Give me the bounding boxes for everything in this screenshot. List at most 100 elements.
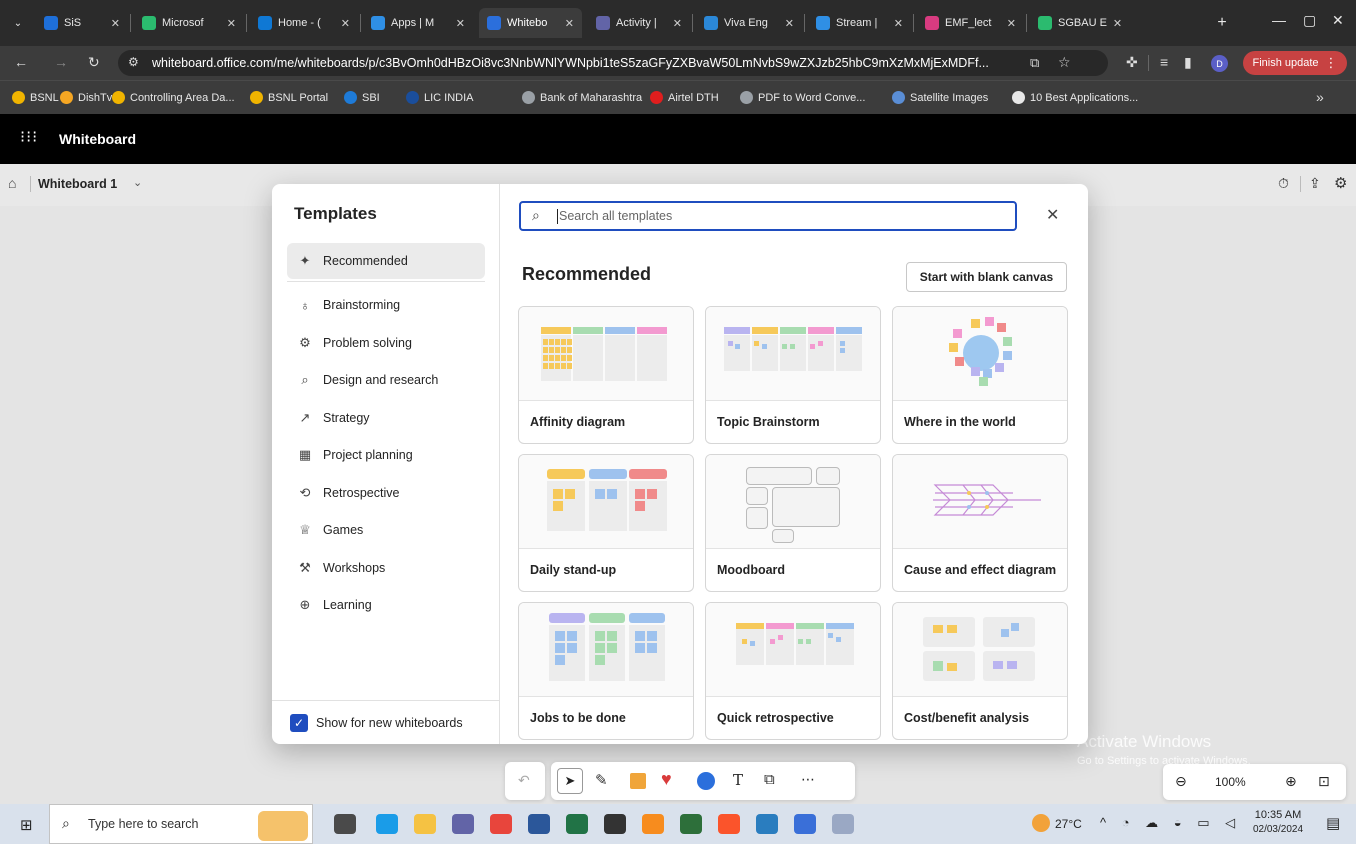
shape-icon[interactable] [697,772,715,790]
app-icon[interactable] [794,814,816,834]
side-panel-icon[interactable]: ▮ [1184,54,1192,71]
category-retrospective[interactable]: ⟲ Retrospective [287,475,485,511]
share-icon[interactable]: ⇪ [1309,175,1321,192]
template-card[interactable]: Moodboard [705,454,881,592]
bookmark-item[interactable]: PDF to Word Conve... [740,91,865,104]
browser-tab[interactable]: SiS ✕ [36,8,128,38]
text-tool-icon[interactable]: T [733,771,743,789]
taskbar-search-input[interactable]: ⌕ Type here to search [49,804,313,844]
start-blank-canvas-button[interactable]: Start with blank canvas [906,262,1067,292]
template-card[interactable]: Topic Brainstorm [705,306,881,444]
category-project-planning[interactable]: ▦ Project planning [287,437,485,473]
whiteboard-name[interactable]: Whiteboard 1 [38,177,117,191]
chevron-down-icon[interactable]: ⌄ [133,176,142,189]
restore-icon[interactable]: ▢ [1303,12,1316,29]
browser-tab[interactable]: Activity | ✕ [588,8,690,38]
template-card[interactable]: Jobs to be done [518,602,694,740]
close-tab-icon[interactable]: ✕ [456,17,465,30]
install-app-icon[interactable]: ⧉ [1026,55,1040,71]
sticky-note-icon[interactable] [630,773,646,789]
extensions-icon[interactable]: ✜ [1126,54,1138,71]
clock-time[interactable]: 10:35 AM [1248,809,1308,821]
site-info-icon[interactable]: ⚙ [128,55,139,69]
template-card[interactable]: Quick retrospective [705,602,881,740]
bookmark-item[interactable]: SBI [344,91,380,104]
category-games[interactable]: ♕ Games [287,512,485,548]
close-dialog-icon[interactable]: ✕ [1046,205,1059,225]
windows-start-icon[interactable]: ⊞ [20,816,33,834]
app-icon[interactable] [680,814,702,834]
word-icon[interactable] [528,814,550,834]
chrome-icon[interactable] [490,814,512,834]
sublime-icon[interactable] [642,814,664,834]
profile-avatar[interactable]: D [1211,55,1228,72]
browser-tab[interactable]: Whitebo ✕ [479,8,582,38]
browser-tab[interactable]: Microsof ✕ [134,8,244,38]
select-tool-icon[interactable]: ➤ [557,768,583,794]
undo-icon[interactable]: ↶ [518,772,530,789]
url-field[interactable]: ⚙ whiteboard.office.com/me/whiteboards/p… [118,50,1108,76]
tab-search-button[interactable]: ⌄ [6,8,30,38]
category-workshops[interactable]: ⚒ Workshops [287,550,485,586]
teams-icon[interactable] [452,814,474,834]
more-bookmarks-icon[interactable]: » [1316,89,1324,105]
browser-tab[interactable]: Viva Eng ✕ [696,8,802,38]
home-icon[interactable]: ⌂ [8,175,16,191]
template-card[interactable]: Where in the world [892,306,1068,444]
close-window-icon[interactable]: ✕ [1332,12,1344,29]
fit-to-screen-icon[interactable]: ⊡ [1318,773,1330,790]
pen-tool-icon[interactable]: ✎ [595,771,608,789]
bookmark-item[interactable]: BSNL Portal [250,91,328,104]
zoom-out-icon[interactable]: ⊖ [1175,773,1187,790]
category-design-and-research[interactable]: ⌕ Design and research [287,362,485,398]
search-templates-input[interactable]: ⌕ Search all templates [519,201,1017,231]
close-tab-icon[interactable]: ✕ [341,17,350,30]
browser-tab[interactable]: EMF_lect ✕ [917,8,1024,38]
finish-update-button[interactable]: Finish update ⋮ [1243,51,1347,75]
bookmark-item[interactable]: DishTv [60,91,112,104]
close-tab-icon[interactable]: ✕ [1007,17,1016,30]
browser-tab[interactable]: Home - (✕ [250,8,358,38]
timer-icon[interactable]: ⏱ [1278,175,1289,192]
new-tab-button[interactable]: + [1210,8,1234,38]
browser-tab[interactable]: Apps | M ✕ [363,8,473,38]
category-brainstorming[interactable]: ♁ Brainstorming [287,287,485,323]
template-card[interactable]: Cause and effect diagram [892,454,1068,592]
settings-icon[interactable]: ⚙ [1334,174,1347,192]
bookmark-item[interactable]: Airtel DTH [650,91,719,104]
reaction-heart-icon[interactable]: ♥ [661,769,672,790]
bookmark-item[interactable]: 10 Best Applications... [1012,91,1138,104]
file-explorer-icon[interactable] [414,814,436,834]
bookmark-item[interactable]: Bank of Maharashtra [522,91,642,104]
category-strategy[interactable]: ↗ Strategy [287,400,485,436]
close-tab-icon[interactable]: ✕ [673,17,682,30]
template-card[interactable]: Cost/benefit analysis [892,602,1068,740]
template-card[interactable]: Affinity diagram [518,306,694,444]
edge-browser-icon[interactable] [376,814,398,834]
system-tray-icons[interactable]: ^ ◔ ☁ ◒ ▭ ◁ [1100,815,1241,831]
bookmark-star-icon[interactable]: ☆ [1058,54,1071,71]
task-view-icon[interactable] [334,814,356,834]
more-tools-icon[interactable]: ⋯ [801,771,815,788]
bookmark-item[interactable]: LIC INDIA [406,91,474,104]
bookmark-item[interactable]: Controlling Area Da... [112,91,235,104]
close-tab-icon[interactable]: ✕ [1113,17,1122,30]
minimize-icon[interactable]: — [1272,12,1286,28]
forward-icon[interactable]: → [54,54,68,70]
browser-tab[interactable]: SGBAU E ✕ [1030,8,1130,38]
reading-list-icon[interactable]: ≡ [1160,54,1168,70]
zoom-in-icon[interactable]: ⊕ [1285,773,1297,790]
terminal-icon[interactable] [604,814,626,834]
zoom-level[interactable]: 100% [1215,775,1246,789]
close-tab-icon[interactable]: ✕ [111,17,120,30]
weather-temp[interactable]: 27°C [1055,817,1082,831]
reload-icon[interactable]: ↻ [88,54,100,71]
notifications-icon[interactable]: ▤ [1326,814,1340,832]
close-tab-icon[interactable]: ✕ [785,17,794,30]
powershell-icon[interactable] [756,814,778,834]
templates-tool-icon[interactable]: ⧉ [764,771,775,788]
category-problem-solving[interactable]: ⚙ Problem solving [287,325,485,361]
weather-icon[interactable] [1032,814,1050,832]
back-icon[interactable]: ← [14,54,28,70]
close-tab-icon[interactable]: ✕ [565,17,574,30]
